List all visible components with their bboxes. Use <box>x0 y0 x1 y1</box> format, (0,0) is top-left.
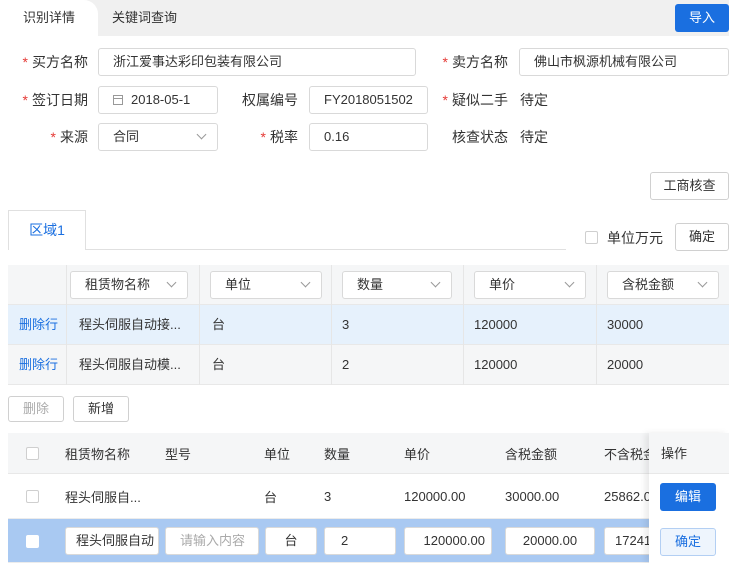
ownership-no-label: 权属编号 <box>242 92 298 108</box>
column-divider <box>331 265 332 385</box>
row-name: 程头伺服自动模... <box>79 357 181 372</box>
sign-date-value: 2018-05-1 <box>131 92 191 107</box>
chevron-down-icon <box>196 129 207 140</box>
chevron-down-icon <box>430 277 441 288</box>
operations-column: 操作 编辑 确定 <box>649 433 729 563</box>
edit-name-input[interactable]: 程头伺服自动 <box>65 527 159 555</box>
seller-name-input[interactable]: 佛山市枫源机械有限公司 <box>519 48 729 76</box>
row-model <box>165 474 245 518</box>
source-value: 合同 <box>113 129 140 144</box>
add-button[interactable]: 新增 <box>73 396 129 422</box>
edit-unit-input[interactable]: 台 <box>265 527 317 555</box>
header-unit: 单位 <box>264 446 291 462</box>
check-status-value: 待定 <box>520 129 548 145</box>
top-tab-bar: 识别详情 关键词查询 导入 <box>0 0 729 36</box>
row-qty: 2 <box>342 357 350 372</box>
sign-date-input[interactable]: 2018-05-1 <box>98 86 218 114</box>
tab-recognition-detail[interactable]: 识别详情 <box>0 0 98 36</box>
unit-wan-label: 单位万元 <box>607 230 663 246</box>
calendar-icon <box>113 95 123 105</box>
edit-button[interactable]: 编辑 <box>660 483 716 511</box>
business-check-button[interactable]: 工商核查 <box>650 172 729 200</box>
edit-price-input[interactable]: 120000.00 <box>404 527 492 555</box>
row-qty: 3 <box>324 488 332 504</box>
import-button[interactable]: 导入 <box>675 4 729 32</box>
seller-name-label: * 卖方名称 <box>442 54 508 70</box>
mapping-select-price[interactable]: 单价 <box>474 271 586 299</box>
delete-row-link[interactable]: 删除行 <box>19 345 67 385</box>
mapping-select-name[interactable]: 租赁物名称 <box>70 271 188 299</box>
buyer-name-input[interactable]: 浙江爱事达彩印包装有限公司 <box>98 48 416 76</box>
mapping-select-unit[interactable]: 单位 <box>210 271 322 299</box>
row-checkbox[interactable] <box>26 535 39 548</box>
chevron-down-icon <box>564 277 575 288</box>
header-notax-amount: 不含税金额 <box>604 446 649 462</box>
mapping-select-qty[interactable]: 数量 <box>342 271 452 299</box>
header-tax-amount: 含税金额 <box>505 446 558 462</box>
select-all-checkbox[interactable] <box>26 447 39 460</box>
row-price: 120000.00 <box>404 488 466 504</box>
source-select[interactable]: 合同 <box>98 123 218 151</box>
row-amount: 20000 <box>607 357 644 372</box>
suspected-secondhand-value: 待定 <box>520 92 548 108</box>
delete-row-link[interactable]: 删除行 <box>19 305 67 345</box>
row-price: 120000 <box>474 317 518 332</box>
sign-date-label: * 签订日期 <box>22 92 88 108</box>
row-amount: 30000 <box>607 317 644 332</box>
ownership-no-input[interactable]: FY2018051502 <box>309 86 428 114</box>
row-notax-amount: 25862.07 <box>604 488 649 504</box>
chevron-down-icon <box>166 277 177 288</box>
row-name: 程头伺服自... <box>65 489 141 505</box>
table-row: 程头伺服自... 台 3 120000.00 30000.00 25862.07 <box>8 474 729 519</box>
table-row: 删除行 程头伺服自动模... 台 2 120000 20000 <box>8 345 729 385</box>
table-row-editing: 程头伺服自动 请输入内容 台 2 120000.00 20000.00 1724… <box>8 519 729 563</box>
edit-qty-input[interactable]: 2 <box>324 527 396 555</box>
edit-tax-amount-input[interactable]: 20000.00 <box>505 527 595 555</box>
row-unit: 台 <box>264 489 278 505</box>
header-qty: 数量 <box>324 446 351 462</box>
source-label: * 来源 <box>50 129 88 145</box>
row-unit: 台 <box>212 357 226 372</box>
row-qty: 3 <box>342 317 350 332</box>
header-name: 租赁物名称 <box>65 446 131 462</box>
mapping-select-amount[interactable]: 含税金额 <box>607 271 719 299</box>
detail-header-row: 租赁物名称 型号 单位 数量 单价 含税金额 不含税金额 <box>8 433 729 474</box>
region-confirm-button[interactable]: 确定 <box>675 223 729 251</box>
row-name: 程头伺服自动接... <box>79 317 181 332</box>
edit-model-input[interactable]: 请输入内容 <box>165 527 259 555</box>
delete-button[interactable]: 删除 <box>8 396 64 422</box>
header-ops: 操作 <box>649 433 729 474</box>
table-row: 删除行 程头伺服自动接... 台 3 120000 30000 <box>8 305 729 345</box>
row-price: 120000 <box>474 357 518 372</box>
unit-wan-checkbox[interactable] <box>585 231 598 244</box>
chevron-down-icon <box>300 277 311 288</box>
column-divider <box>463 265 464 385</box>
column-divider <box>596 265 597 385</box>
column-divider <box>199 265 200 385</box>
column-divider <box>66 265 67 385</box>
row-unit: 台 <box>212 317 226 332</box>
tax-rate-input[interactable]: 0.16 <box>309 123 428 151</box>
row-tax-amount: 30000.00 <box>505 488 560 504</box>
tab-keyword-query[interactable]: 关键词查询 <box>112 0 177 36</box>
row-checkbox[interactable] <box>26 490 39 503</box>
column-mapping-table: 租赁物名称 单位 数量 单价 含税金额 删除行 程头伺服自动接... 台 3 1… <box>8 265 729 385</box>
region-tab-divider <box>86 249 566 250</box>
suspected-secondhand-label: * 疑似二手 <box>442 92 508 108</box>
buyer-name-label: * 买方名称 <box>22 54 88 70</box>
header-model: 型号 <box>165 446 192 462</box>
mapping-header-row: 租赁物名称 单位 数量 单价 含税金额 <box>8 265 729 305</box>
tab-region-1[interactable]: 区域1 <box>8 210 86 250</box>
chevron-down-icon <box>697 277 708 288</box>
check-status-label: 核查状态 <box>452 129 508 145</box>
row-confirm-button[interactable]: 确定 <box>660 528 716 556</box>
tax-rate-label: * 税率 <box>260 129 298 145</box>
item-detail-table: 租赁物名称 型号 单位 数量 单价 含税金额 不含税金额 程头伺服自... 台 … <box>8 433 729 563</box>
header-price: 单价 <box>404 446 431 462</box>
